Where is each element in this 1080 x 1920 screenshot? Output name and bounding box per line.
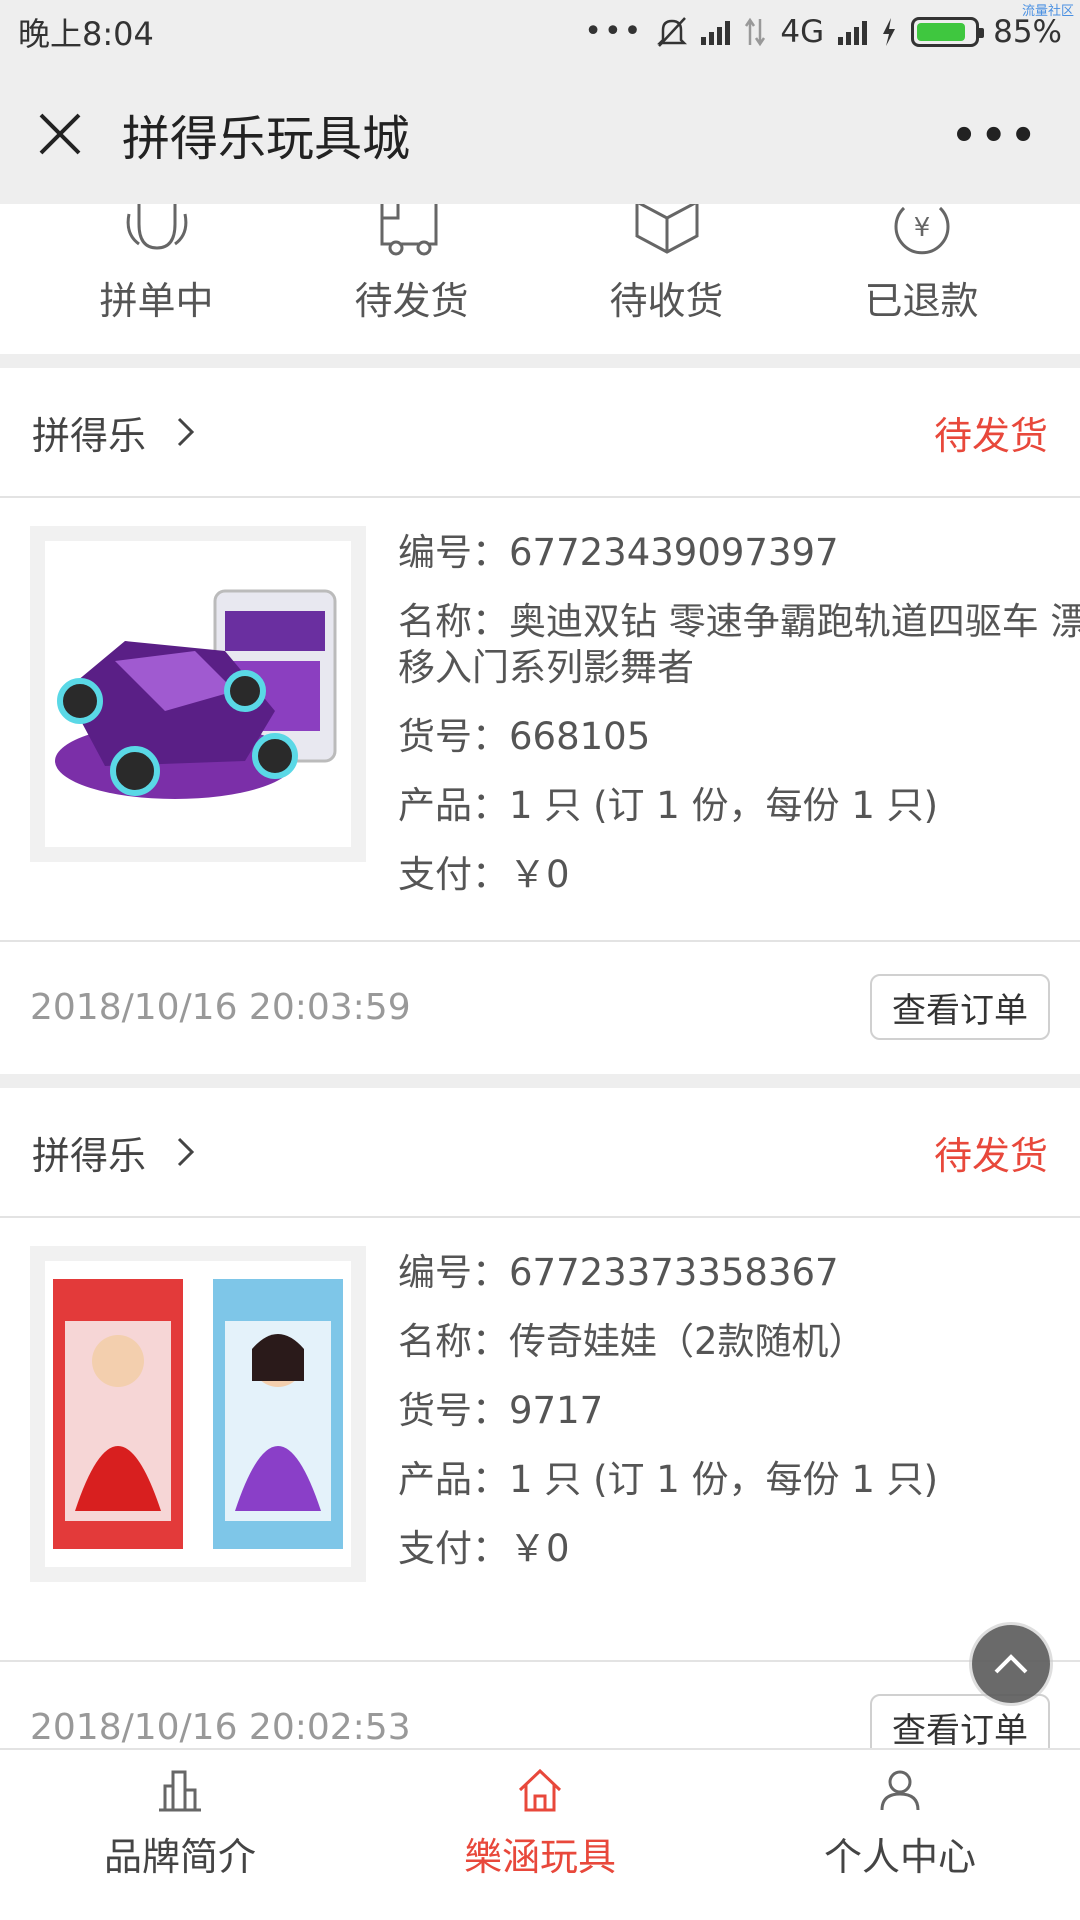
building-icon xyxy=(159,1770,201,1812)
yuan-refund-icon: ¥ xyxy=(882,204,962,260)
order-info: 编号：67723373358367 名称：传奇娃娃（2款随机） 货号：9717 … xyxy=(398,1246,1080,1660)
product-sku: 货号：668105 xyxy=(398,715,651,758)
order-header[interactable]: 拼得乐 待发货 xyxy=(0,1088,1080,1218)
product-image[interactable] xyxy=(30,1246,366,1582)
order-header[interactable]: 拼得乐 待发货 xyxy=(0,368,1080,498)
chevron-up-icon xyxy=(994,1654,1028,1674)
tab-label: 待发货 xyxy=(354,279,469,323)
section-divider xyxy=(0,1074,1080,1088)
nav-label: 个人中心 xyxy=(823,1835,976,1879)
doll-image xyxy=(53,1279,343,1549)
order-info: 编号：67723439097397 名称：奥迪双钻 零速争霸跑轨道四驱车 漂移入… xyxy=(398,526,1080,940)
svg-text:¥: ¥ xyxy=(913,213,930,243)
order-body[interactable]: 编号：67723439097397 名称：奥迪双钻 零速争霸跑轨道四驱车 漂移入… xyxy=(0,498,1080,942)
product-sku: 货号：9717 xyxy=(398,1389,604,1432)
product-name: 名称：传奇娃娃（2款随机） xyxy=(398,1320,866,1363)
order-number: 编号：67723439097397 xyxy=(398,531,839,574)
tab-to-ship[interactable]: 待发货 xyxy=(284,204,539,354)
order-time: 2018/10/16 20:03:59 xyxy=(30,986,411,1028)
mute-bell-icon xyxy=(657,16,688,47)
status-time: 晚上8:04 xyxy=(18,14,154,53)
product-quantity: 产品：1 只 (订 1 份，每份 1 只) xyxy=(398,784,939,827)
status-bar: 晚上8:04 ••• 4G 85% 流量社区 xyxy=(0,0,1080,63)
bottom-navigation: 品牌简介 樂涵玩具 个人中心 xyxy=(0,1748,1080,1920)
home-icon xyxy=(518,1768,562,1812)
battery-icon xyxy=(911,16,985,47)
nav-toy-shop[interactable]: 樂涵玩具 xyxy=(360,1750,720,1920)
watermark: 流量社区 xyxy=(1021,4,1074,19)
notification-dots-icon: ••• xyxy=(584,14,644,49)
title-bar: 拼得乐玩具城 ••• xyxy=(0,63,1080,204)
order-time: 2018/10/16 20:02:53 xyxy=(30,1706,411,1748)
tab-label: 待收货 xyxy=(609,279,724,323)
view-order-button[interactable]: 查看订单 xyxy=(870,974,1050,1040)
truck-icon xyxy=(372,204,452,260)
order-status: 待发货 xyxy=(933,1133,1048,1178)
order-status-tabs: 拼单中 待发货 待收货 ¥ 已退款 xyxy=(0,204,1080,354)
product-quantity: 产品：1 只 (订 1 份，每份 1 只) xyxy=(398,1458,939,1501)
hd-signal-icon xyxy=(701,19,731,45)
tab-group-buying[interactable]: 拼单中 xyxy=(29,204,284,354)
chevron-right-icon xyxy=(177,1137,195,1167)
shop-name: 拼得乐 xyxy=(32,1133,147,1178)
more-options-button[interactable]: ••• xyxy=(951,113,1040,159)
nav-label: 樂涵玩具 xyxy=(463,1835,616,1879)
shop-link[interactable]: 拼得乐 xyxy=(32,405,196,460)
shop-name: 拼得乐 xyxy=(32,413,147,458)
status-icons: ••• 4G 85% xyxy=(584,14,1062,50)
product-image[interactable] xyxy=(30,526,366,862)
signal-icon xyxy=(838,19,868,45)
network-type: 4G xyxy=(780,13,825,50)
section-divider xyxy=(0,354,1080,368)
order-card: 拼得乐 待发货 编号：67723373358367 名称：传奇娃娃（2款随机） … xyxy=(0,1088,1080,1792)
tab-label: 已退款 xyxy=(864,279,979,323)
race-car-image xyxy=(55,589,337,799)
order-footer: 2018/10/16 20:03:59 查看订单 xyxy=(0,942,1080,1072)
order-number: 编号：67723373358367 xyxy=(398,1251,839,1294)
tab-to-receive[interactable]: 待收货 xyxy=(539,204,794,354)
payment-amount: 支付：￥0 xyxy=(398,1527,570,1570)
data-transfer-icon xyxy=(745,17,766,46)
shirt-icon xyxy=(117,204,197,260)
shop-link[interactable]: 拼得乐 xyxy=(32,1125,196,1180)
tab-refunded[interactable]: ¥ 已退款 xyxy=(794,204,1049,354)
order-card: 拼得乐 待发货 编号：67723439097397 名称：奥迪双钻 零速争霸跑轨… xyxy=(0,368,1080,1072)
user-icon xyxy=(880,1770,920,1811)
payment-amount: 支付：￥0 xyxy=(398,853,570,896)
box-icon xyxy=(627,204,707,260)
nav-brand-intro[interactable]: 品牌简介 xyxy=(0,1750,360,1920)
nav-profile[interactable]: 个人中心 xyxy=(720,1750,1080,1920)
scroll-to-top-button[interactable] xyxy=(972,1625,1050,1703)
order-status: 待发货 xyxy=(933,413,1048,458)
chevron-right-icon xyxy=(177,417,195,447)
tab-label: 拼单中 xyxy=(99,279,214,323)
close-button[interactable] xyxy=(0,63,120,204)
close-icon xyxy=(39,113,81,154)
page-title: 拼得乐玩具城 xyxy=(122,110,411,167)
charging-icon xyxy=(883,17,896,46)
order-body[interactable]: 编号：67723373358367 名称：传奇娃娃（2款随机） 货号：9717 … xyxy=(0,1218,1080,1662)
nav-label: 品牌简介 xyxy=(103,1835,256,1879)
product-name: 名称：奥迪双钻 零速争霸跑轨道四驱车 漂移入门系列影舞者 xyxy=(398,600,1080,689)
